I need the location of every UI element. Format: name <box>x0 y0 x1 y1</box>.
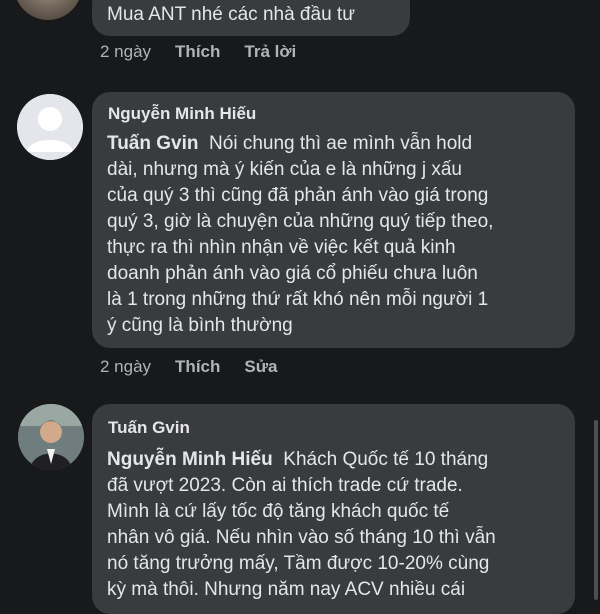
comment-line: doanh phản ánh vào giá cổ phiếu chưa luô… <box>107 263 478 284</box>
comment-body: Nguyễn Minh Hiếu Khách Quốc tế 10 tháng … <box>107 447 567 603</box>
edit-button[interactable]: Sửa <box>244 357 277 377</box>
person-silhouette-icon <box>17 94 83 160</box>
comment-text: Mua ANT nhé các nhà đầu tư <box>107 4 355 25</box>
comment-author[interactable]: Nguyễn Minh Hiếu <box>108 104 256 124</box>
comment-line: nhân vô giá. Nếu nhìn vào số tháng 10 th… <box>107 527 496 548</box>
comment-line: Khách Quốc tế 10 tháng <box>283 449 489 470</box>
comment-line: nó tăng trưởng mấy, Tầm được 10-20% cùng <box>107 553 490 574</box>
comment-line: của quý 3 thì cũng đã phản ánh vào giá t… <box>107 185 489 206</box>
default-avatar[interactable] <box>17 94 83 160</box>
mention-link[interactable]: Tuấn Gvin <box>107 133 198 154</box>
scrollbar[interactable] <box>594 420 598 600</box>
comment-line: Nói chung thì ae mình vẫn hold <box>209 133 473 154</box>
reply-button[interactable]: Trả lời <box>244 42 296 62</box>
commenter-avatar[interactable] <box>14 0 82 20</box>
comment-time[interactable]: 2 ngày <box>100 357 151 377</box>
comment-line: là 1 trong những thứ rất khó nên mỗi ngư… <box>107 289 489 310</box>
comment-line: đã vượt 2023. Còn ai thích trade cứ trad… <box>107 475 463 496</box>
comment-time[interactable]: 2 ngày <box>100 42 151 62</box>
comment-line: ý cũng là bình thường <box>107 315 293 336</box>
commenter-avatar[interactable] <box>18 404 84 470</box>
comment-line: kỳ mà thôi. Nhưng năm nay ACV nhiều cái <box>107 579 466 600</box>
comment-meta: 2 ngày Thích Trả lời <box>100 42 296 62</box>
comment-line: Mình là cứ lấy tốc độ tăng khách quốc tế <box>107 501 450 522</box>
comment-line: quý 3, giờ là chuyện của những quý tiếp … <box>107 211 494 232</box>
comment-meta: 2 ngày Thích Sửa <box>100 357 278 377</box>
comment-author[interactable]: Tuấn Gvin <box>108 418 190 438</box>
comment-line: dài, nhưng mà ý kiến của e là những j xấ… <box>107 159 462 180</box>
comment-body: Tuấn Gvin Nói chung thì ae mình vẫn hold… <box>107 131 567 339</box>
mention-link[interactable]: Nguyễn Minh Hiếu <box>107 449 273 470</box>
person-photo-icon <box>18 404 84 470</box>
like-button[interactable]: Thích <box>175 42 220 62</box>
comment-line: thực ra thì nhìn nhận về việc kết quả ki… <box>107 237 456 258</box>
like-button[interactable]: Thích <box>175 357 220 377</box>
